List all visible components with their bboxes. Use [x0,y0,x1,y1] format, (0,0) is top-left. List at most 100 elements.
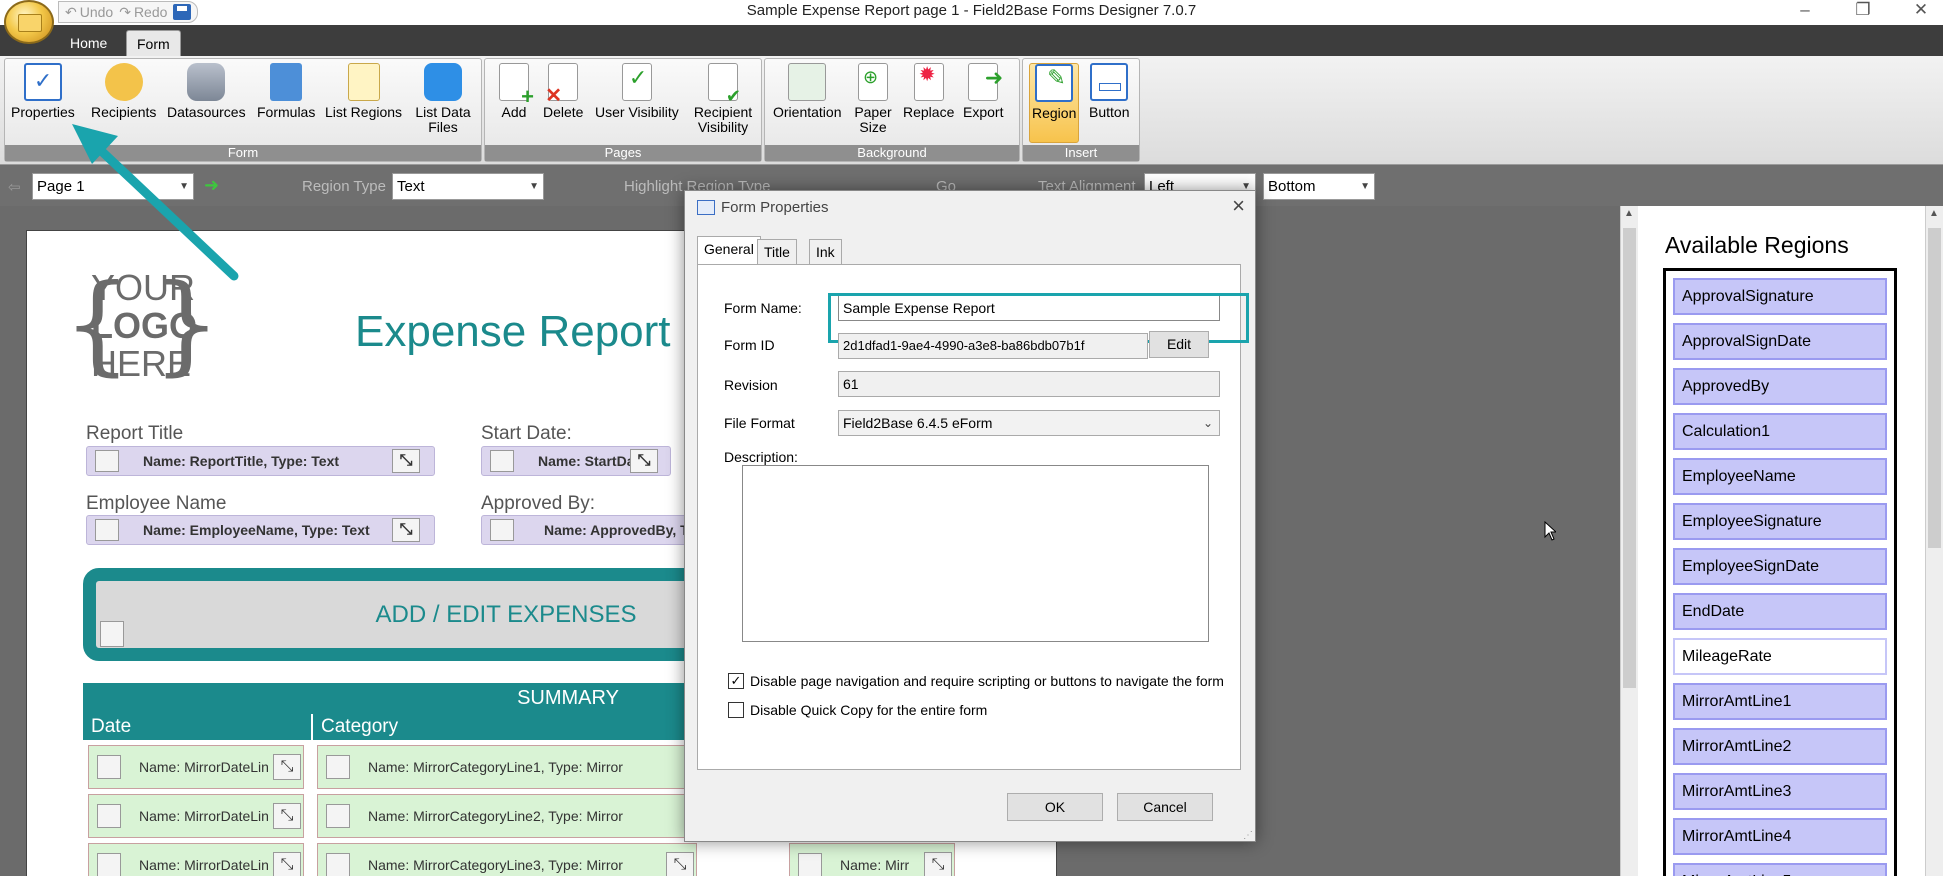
region-handle-icon[interactable] [95,519,119,541]
description-textarea[interactable] [742,465,1209,642]
resize-grip-icon[interactable]: ⋰ [1243,830,1253,841]
datasources-button[interactable]: Datasources [167,63,246,120]
page-select[interactable]: Page 1 ▼ [32,173,194,200]
regions-vertical-scrollbar[interactable]: ▲ [1925,206,1943,876]
region-item[interactable]: EmployeeSignDate [1673,548,1887,585]
scrollbar-thumb[interactable] [1928,228,1941,548]
delete-page-button[interactable]: ✕ Delete [543,63,583,120]
recipients-icon [104,63,143,101]
tab-form[interactable]: Form [126,30,181,56]
orientation-button[interactable]: Orientation [773,63,841,120]
region-item[interactable]: ApprovalSignature [1673,278,1887,315]
region-handle-icon[interactable] [798,853,822,876]
region-item-mileagerate[interactable]: MileageRate [1673,638,1887,675]
region-handle-icon[interactable] [97,804,121,828]
resize-icon[interactable]: ⤡ [273,754,301,780]
maximize-button[interactable]: ❐ [1849,0,1877,20]
approved-by-region[interactable]: Name: ApprovedBy, T [481,515,701,545]
recipients-button[interactable]: Recipients [91,63,156,120]
back-arrow-icon[interactable]: ⇦ [8,178,21,196]
region-item[interactable]: EmployeeSignature [1673,503,1887,540]
user-visibility-button[interactable]: ✓ User Visibility [595,63,679,120]
edit-form-id-button[interactable]: Edit [1149,331,1209,358]
recipient-visibility-button[interactable]: ✔ Recipient Visibility [691,63,755,135]
list-regions-button[interactable]: List Regions [325,63,402,120]
scroll-up-icon[interactable]: ▲ [1929,208,1939,219]
save-icon[interactable] [173,4,192,20]
disable-quick-copy-checkbox[interactable]: Disable Quick Copy for the entire form [728,702,987,718]
scroll-up-icon[interactable]: ▲ [1624,208,1634,219]
vertical-align-select[interactable]: Bottom ▼ [1263,173,1375,200]
add-page-button[interactable]: + Add [499,63,534,120]
resize-icon[interactable]: ⤡ [273,803,301,829]
region-handle-icon[interactable] [490,450,514,472]
mirror-amount-line3[interactable]: Name: Mirr ⤡ [789,843,955,876]
region-handle-icon[interactable] [95,450,119,472]
region-item[interactable]: ApprovedBy [1673,368,1887,405]
chevron-down-icon: ▼ [179,181,189,192]
start-date-region[interactable]: Name: StartDa ⤡ [481,446,671,476]
resize-icon[interactable]: ⤡ [666,852,694,876]
canvas-vertical-scrollbar[interactable]: ▲ [1620,206,1638,876]
checkbox-checked-icon[interactable]: ✓ [728,673,744,689]
insert-region-button[interactable]: ✎ Region [1029,63,1080,143]
mirror-date-line3[interactable]: Name: MirrorDateLin ⤡ [88,843,304,876]
tab-title[interactable]: Title [757,239,797,265]
region-handle-icon[interactable] [326,853,350,876]
redo-button[interactable]: ↷ Redo [119,4,167,21]
close-icon[interactable]: × [1232,193,1245,219]
user-visibility-icon: ✓ [621,63,652,101]
report-title-region[interactable]: Name: ReportTitle, Type: Text ⤡ [86,446,435,476]
region-item[interactable]: EmployeeName [1673,458,1887,495]
region-item[interactable]: Calculation1 [1673,413,1887,450]
undo-button[interactable]: ↶ Undo [65,4,113,21]
export-button[interactable]: ➜ Export [963,63,1003,120]
checkbox-unchecked-icon[interactable] [728,702,744,718]
paper-size-button[interactable]: ⊕ Paper Size [853,63,893,135]
tab-general[interactable]: General [697,236,761,265]
region-handle-icon[interactable] [100,621,124,647]
resize-icon[interactable]: ⤡ [392,449,420,473]
insert-button-button[interactable]: Button [1089,63,1129,120]
region-item[interactable]: MirrorAmtLine3 [1673,773,1887,810]
tab-home[interactable]: Home [60,30,117,56]
region-handle-icon[interactable] [326,804,350,828]
properties-button[interactable]: ✓ Properties [11,63,75,120]
employee-name-region[interactable]: Name: EmployeeName, Type: Text ⤡ [86,515,435,545]
disable-page-navigation-checkbox[interactable]: ✓ Disable page navigation and require sc… [728,673,1224,689]
replace-button[interactable]: ✹ Replace [903,63,954,120]
list-data-files-button[interactable]: List Data Files [413,63,473,135]
region-item[interactable]: MirrorAmtLine1 [1673,683,1887,720]
mirror-date-line1[interactable]: Name: MirrorDateLin ⤡ [88,745,304,789]
formulas-button[interactable]: Formulas [257,63,315,120]
region-handle-icon[interactable] [97,853,121,876]
region-handle-icon[interactable] [326,755,350,779]
mirror-category-line1[interactable]: Name: MirrorCategoryLine1, Type: Mirror [317,745,697,789]
available-regions-title: Available Regions [1665,232,1849,258]
mirror-category-line3[interactable]: Name: MirrorCategoryLine3, Type: Mirror ⤡ [317,843,697,876]
mirror-category-line2[interactable]: Name: MirrorCategoryLine2, Type: Mirror [317,794,697,838]
region-item[interactable]: ApprovalSignDate [1673,323,1887,360]
resize-icon[interactable]: ⤡ [924,852,952,876]
start-date-label: Start Date: [481,423,572,444]
region-type-select[interactable]: Text ▼ [392,173,544,200]
resize-icon[interactable]: ⤡ [392,518,420,542]
tab-ink[interactable]: Ink [809,239,842,265]
file-format-select[interactable]: Field2Base 6.4.5 eForm ⌄ [838,410,1220,436]
scrollbar-thumb[interactable] [1623,228,1636,688]
application-menu-button[interactable] [4,0,54,44]
resize-icon[interactable]: ⤡ [630,449,658,473]
region-item[interactable]: EndDate [1673,593,1887,630]
region-handle-icon[interactable] [490,519,514,541]
region-item[interactable]: MirrorAmtLine4 [1673,818,1887,855]
close-window-button[interactable]: ✕ [1907,0,1935,20]
region-item[interactable]: MirrorAmtLine5 [1673,863,1887,876]
forward-arrow-icon[interactable]: ➜ [204,175,219,196]
ok-button[interactable]: OK [1007,793,1103,821]
region-item[interactable]: MirrorAmtLine2 [1673,728,1887,765]
region-handle-icon[interactable] [97,755,121,779]
mirror-date-line2[interactable]: Name: MirrorDateLin ⤡ [88,794,304,838]
minimize-button[interactable]: – [1791,0,1819,20]
resize-icon[interactable]: ⤡ [273,852,301,876]
cancel-button[interactable]: Cancel [1117,793,1213,821]
